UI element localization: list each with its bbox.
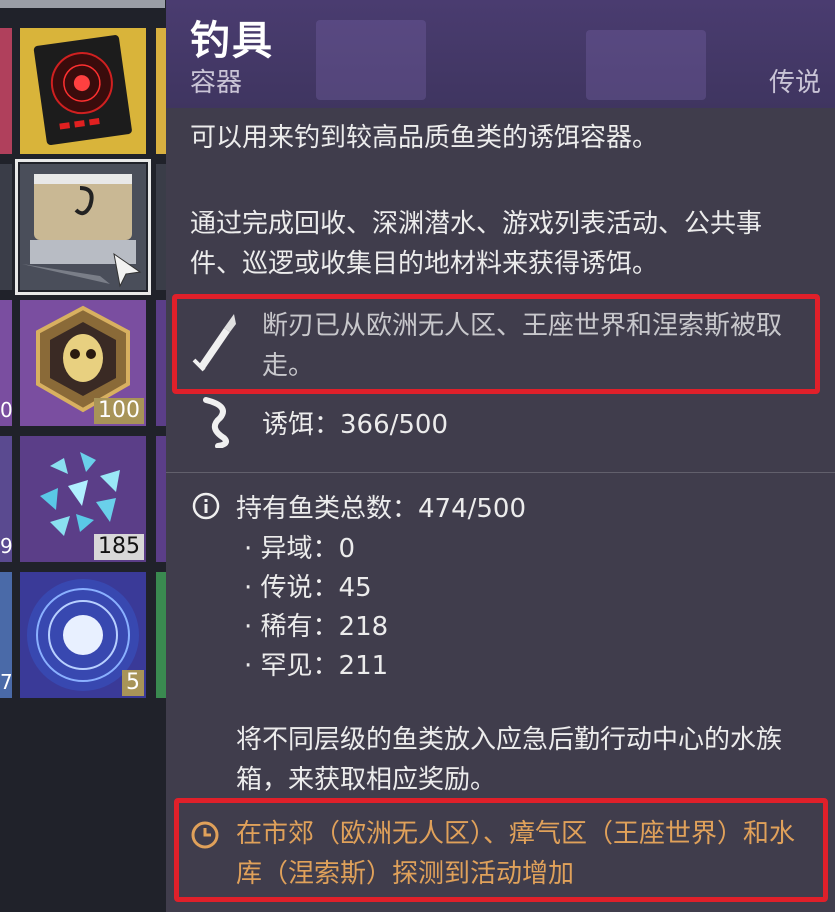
aquarium-note: 将不同层级的鱼类放入应急后勤行动中心的水族箱，来获取相应奖励。 (236, 725, 783, 795)
section-divider (166, 472, 835, 473)
bait-worm-icon (203, 397, 229, 448)
fish-tier-label: 罕见：211 (260, 651, 389, 681)
fish-tier-label: 传说：45 (260, 573, 372, 603)
cursor-icon (113, 252, 142, 288)
item-quantity: 100 (94, 398, 144, 424)
inventory-grid: 0 9 7 100 185 5 (0, 0, 170, 912)
header-decoration (316, 20, 426, 100)
bait-source-text: 通过完成回收、深渊潜水、游戏列表活动、公共事件、巡逻或收集目的地材料来获得诱饵。 (190, 209, 763, 279)
engram-icon (33, 35, 132, 145)
tile-orb[interactable]: 5 (20, 572, 146, 698)
fish-total: 持有鱼类总数：474/500 (236, 494, 527, 524)
grid-top-bar (0, 0, 165, 8)
item-title: 钓具 (190, 18, 274, 64)
edge-tile-right-2[interactable] (156, 164, 166, 290)
tile-engram[interactable] (20, 28, 146, 154)
edge-qty: 0 (0, 398, 13, 422)
fish-tier-uncommon: · 罕见：211 (244, 651, 389, 681)
edge-tile-3[interactable]: 0 (0, 300, 13, 426)
tile-skull-emblem[interactable]: 100 (20, 300, 146, 426)
fish-tier-label: 异域：0 (260, 534, 356, 564)
bait-count: 诱饵：366/500 (262, 410, 449, 440)
item-quantity: 5 (122, 670, 144, 696)
header-decoration (586, 30, 706, 100)
edge-tile-right-5[interactable] (156, 572, 166, 698)
edge-tile-5[interactable]: 7 (0, 572, 13, 698)
edge-tile-4[interactable]: 9 (0, 436, 13, 562)
fish-tier-exotic: · 异域：0 (244, 534, 356, 564)
edge-tile-right-3[interactable] (156, 300, 166, 426)
fish-tier-legendary: · 传说：45 (244, 573, 372, 603)
edge-tile-right-1[interactable] (156, 28, 166, 154)
edge-tile-1[interactable] (0, 28, 12, 154)
clock-icon (191, 821, 219, 849)
tile-crystals[interactable]: 185 (20, 436, 146, 562)
item-tooltip: 钓具 容器 传说 可以用来钓到较高品质鱼类的诱饵容器。 通过完成回收、深渊潜水、… (166, 0, 835, 912)
edge-tile-2[interactable] (0, 164, 12, 290)
fish-tier-rare: · 稀有：218 (244, 612, 389, 642)
item-type: 容器 (190, 68, 243, 98)
item-description: 可以用来钓到较高品质鱼类的诱饵容器。 (190, 123, 659, 153)
edge-tile-right-4[interactable] (156, 436, 166, 562)
fish-tier-label: 稀有：218 (260, 612, 389, 642)
broken-blade-icon (192, 314, 236, 372)
item-quantity: 185 (94, 534, 144, 560)
item-rarity: 传说 (768, 68, 821, 98)
edge-qty: 9 (0, 534, 13, 558)
activity-notice: 在市郊（欧洲无人区）、瘴气区（王座世界）和水库（涅索斯）探测到活动增加 (236, 819, 796, 889)
edge-qty: 7 (0, 670, 13, 694)
tile-tackle-box[interactable] (15, 159, 151, 295)
tooltip-header: 钓具 容器 传说 (166, 0, 835, 108)
warning-text: 断刃已从欧洲无人区、王座世界和涅索斯被取走。 (262, 311, 783, 381)
info-icon (192, 492, 220, 520)
